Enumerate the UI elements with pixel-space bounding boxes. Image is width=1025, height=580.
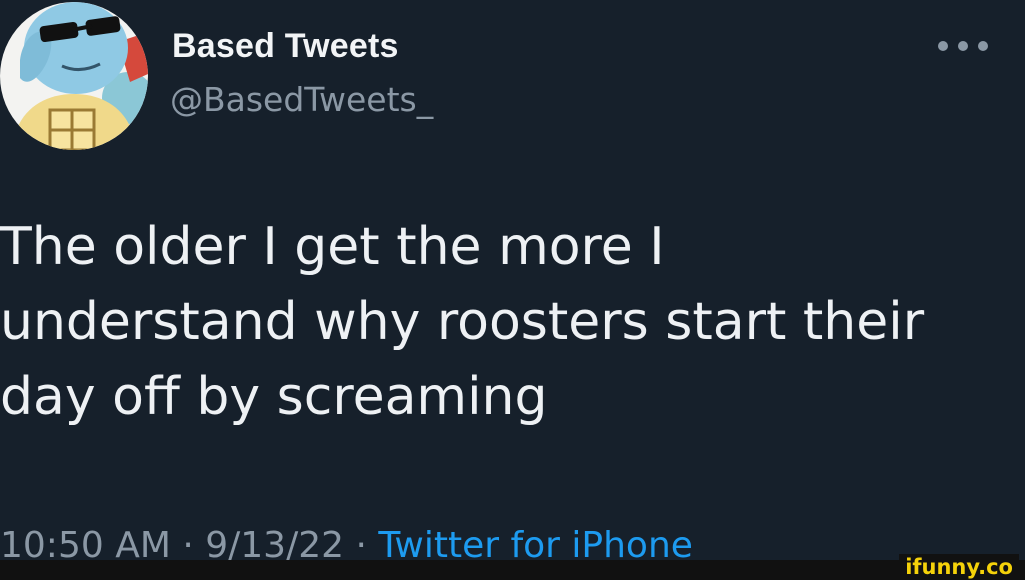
more-dot xyxy=(978,41,988,51)
more-dot xyxy=(958,41,968,51)
bottom-strip xyxy=(0,560,1025,580)
ifunny-watermark: ifunny.co xyxy=(899,554,1019,580)
squirtle-avatar-icon xyxy=(0,2,148,150)
tweet-text: The older I get the more I understand wh… xyxy=(0,210,1000,435)
author-handle[interactable]: @BasedTweets_ xyxy=(170,80,433,119)
tweet-text-line: understand why roosters start their xyxy=(0,292,925,352)
author-display-name[interactable]: Based Tweets xyxy=(172,27,399,66)
more-dots-icon[interactable] xyxy=(938,34,988,58)
tweet-card: Based Tweets @BasedTweets_ The older I g… xyxy=(0,0,1025,580)
tweet-text-line: day off by screaming xyxy=(0,367,548,427)
more-dot xyxy=(938,41,948,51)
tweet-text-line: The older I get the more I xyxy=(0,217,665,277)
avatar[interactable] xyxy=(0,2,148,150)
